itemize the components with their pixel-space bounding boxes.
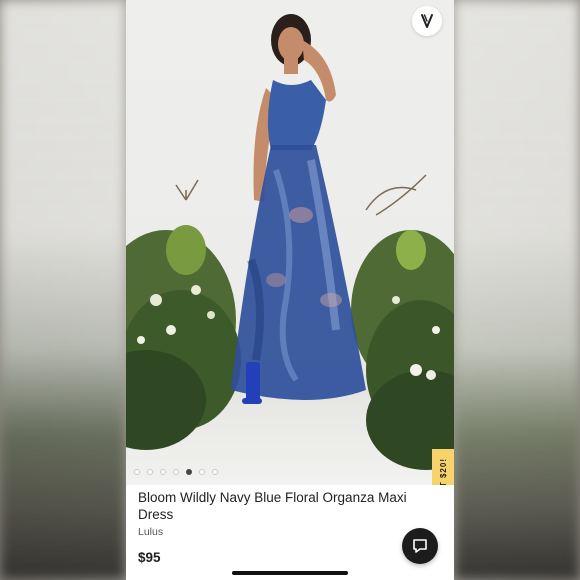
product-screen: GET $20! Bloom Wildly Navy Blue Floral O… <box>126 0 454 580</box>
blurred-background-left <box>0 0 126 580</box>
carousel-dot-active[interactable] <box>186 469 192 475</box>
carousel-dot[interactable] <box>147 469 153 475</box>
product-brand[interactable]: Lulus <box>138 526 163 538</box>
product-title: Bloom Wildly Navy Blue Floral Organza Ma… <box>138 490 407 522</box>
blurred-background-right <box>454 0 580 580</box>
carousel-dot[interactable] <box>173 469 179 475</box>
chat-bubble-icon <box>413 539 427 553</box>
photo-scene <box>126 14 454 470</box>
carousel-dots <box>134 469 218 475</box>
model-figure <box>231 14 366 404</box>
product-price: $95 <box>138 550 161 565</box>
chat-button[interactable] <box>402 528 438 564</box>
right-greenery <box>351 174 454 470</box>
poshmark-logo-button[interactable] <box>412 6 442 36</box>
home-indicator <box>232 571 348 575</box>
carousel-dot[interactable] <box>134 469 140 475</box>
left-greenery <box>126 179 241 450</box>
product-photo[interactable]: GET $20! <box>126 0 454 485</box>
poshmark-logo-icon <box>421 14 433 28</box>
promo-label: GET $20! <box>438 457 448 485</box>
carousel-dot[interactable] <box>199 469 205 475</box>
carousel-dot[interactable] <box>160 469 166 475</box>
promo-tab[interactable]: GET $20! <box>432 449 454 485</box>
carousel-dot[interactable] <box>212 469 218 475</box>
